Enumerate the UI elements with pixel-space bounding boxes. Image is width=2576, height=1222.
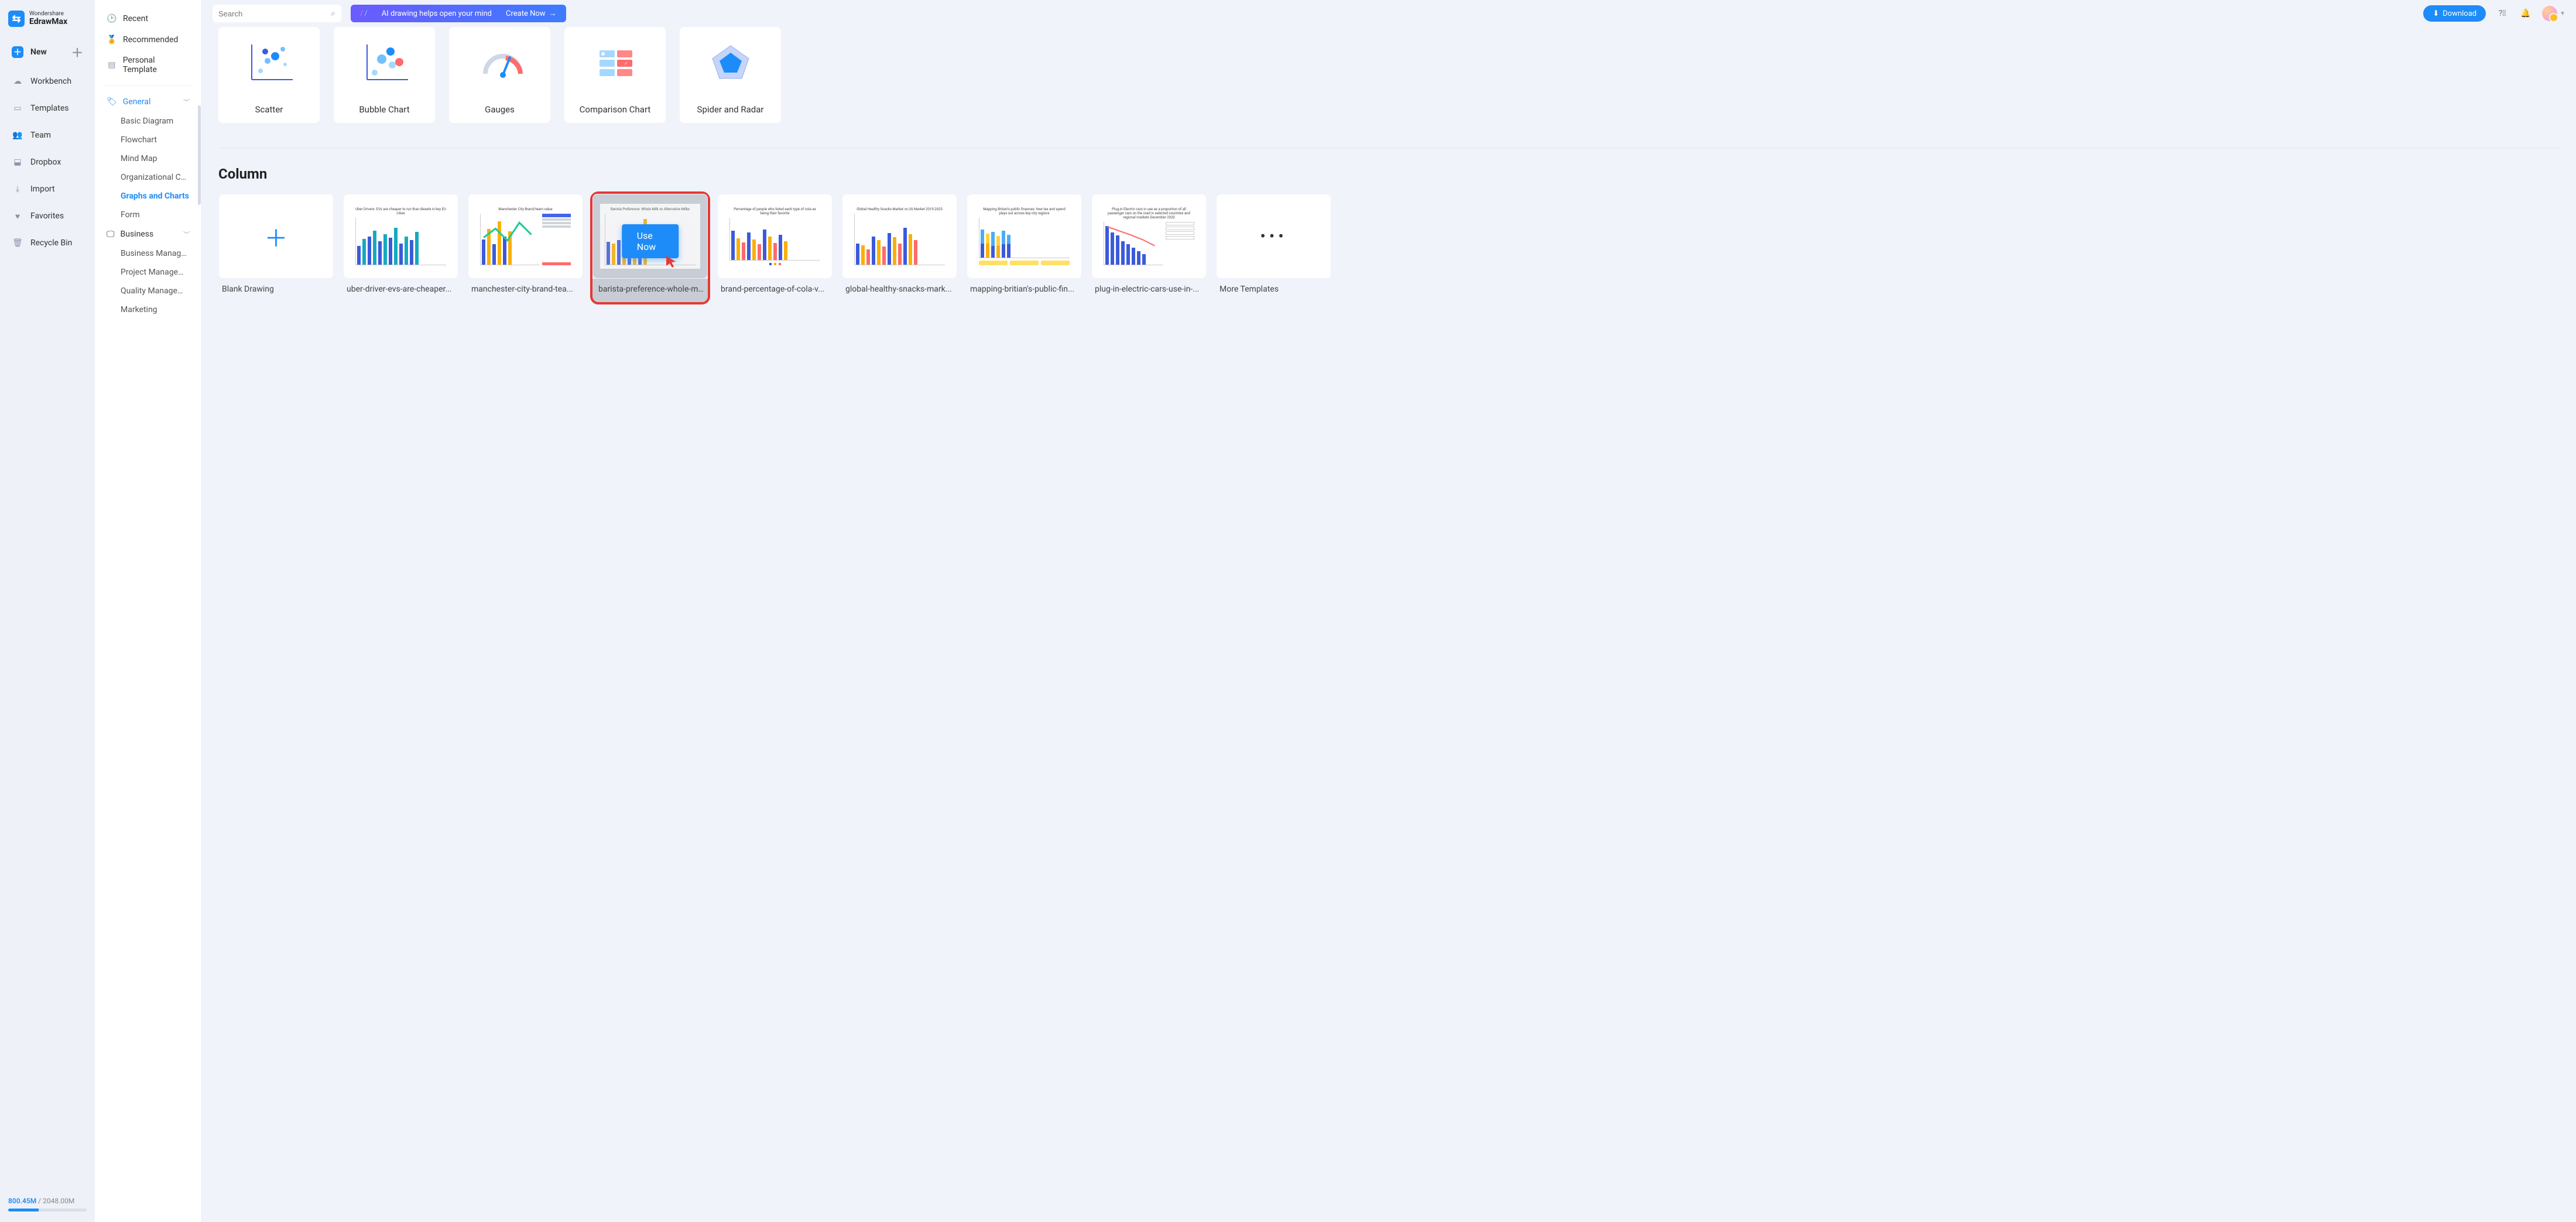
type-bubble[interactable]: Bubble Chart <box>334 27 435 123</box>
sub-mind-map[interactable]: Mind Map <box>100 149 197 168</box>
template-blank[interactable]: ＋ Blank Drawing <box>218 194 334 302</box>
nav-import[interactable]: ⤓Import <box>4 177 91 201</box>
section-title: Column <box>218 166 2560 182</box>
type-radar[interactable]: Spider and Radar <box>680 27 781 123</box>
search-box[interactable]: ⌕ <box>213 5 341 22</box>
cloud-icon: ☁ <box>12 76 23 87</box>
plus-icon: ＋ <box>12 46 23 58</box>
chart-type-row: Scatter Bubble Chart Gauges ✓ <box>218 27 2560 123</box>
ai-banner-text: AI drawing helps open your mind <box>382 9 492 18</box>
clock-icon: 🕑 <box>107 13 117 24</box>
caret-down-icon: ▼ <box>2560 11 2565 17</box>
nav-favorites[interactable]: ♥Favorites <box>4 204 91 228</box>
cursor-icon <box>664 255 678 269</box>
sub-marketing[interactable]: Marketing <box>100 300 197 319</box>
storage-total: 2048.00M <box>43 1197 74 1205</box>
plus-icon: ＋ <box>265 220 288 254</box>
badge-icon: 🏅 <box>107 35 117 45</box>
scatter-icon <box>218 27 320 97</box>
brand-bottom: EdrawMax <box>29 18 67 26</box>
logo-icon: ⇆ <box>8 11 25 27</box>
topbar: ⌕ // AI drawing helps open your mind Cre… <box>202 0 2576 27</box>
bubble-icon <box>334 27 435 97</box>
search-icon[interactable]: ⌕ <box>331 9 335 18</box>
use-now-button[interactable]: Use Now <box>622 224 679 258</box>
sub-quality-management[interactable]: Quality Management <box>100 282 197 300</box>
type-comparison[interactable]: ✓ Comparison Chart <box>564 27 666 123</box>
nav-recyclebin[interactable]: 🗑Recycle Bin <box>4 231 91 255</box>
download-button[interactable]: ⬇Download <box>2423 5 2486 22</box>
template-britain-finances[interactable]: Mapping Britain's public finances: how t… <box>967 194 1082 302</box>
ai-create-now[interactable]: Create Now→ <box>506 9 557 18</box>
template-cola-brand[interactable]: Percentage of people who listed each typ… <box>717 194 833 302</box>
nav-workbench[interactable]: ☁Workbench <box>4 70 91 93</box>
more-icon: ••• <box>1260 227 1287 246</box>
sec-recommended[interactable]: 🏅Recommended <box>100 29 197 50</box>
trash-icon: 🗑 <box>12 237 23 249</box>
nav-templates[interactable]: ▭Templates <box>4 97 91 120</box>
storage-used: 800.45M <box>8 1197 36 1205</box>
category-business[interactable]: 🖵Business ﹀ <box>100 224 197 244</box>
presentation-icon: 🖵 <box>107 230 115 239</box>
tag-icon: 🏷 <box>107 97 117 107</box>
sub-basic-diagram[interactable]: Basic Diagram <box>100 112 197 131</box>
sub-flowchart[interactable]: Flowchart <box>100 131 197 149</box>
new-label: New <box>30 47 47 57</box>
storage-bar <box>8 1209 87 1211</box>
template-snacks[interactable]: Global Healthy Snacks Market vs US Marke… <box>842 194 957 302</box>
download-icon: ⬇ <box>2433 9 2439 18</box>
app-logo[interactable]: ⇆ Wondershare EdrawMax <box>0 6 95 37</box>
bell-icon[interactable]: 🔔 <box>2519 6 2533 20</box>
sub-org-chart[interactable]: Organizational Chart <box>100 168 197 187</box>
new-button[interactable]: ＋ New ＋ <box>4 37 91 66</box>
sub-project-management[interactable]: Project Management <box>100 263 197 282</box>
help-icon[interactable]: ?⃝ <box>2495 6 2509 20</box>
team-icon: 👥 <box>12 129 23 141</box>
template-plugin-ev[interactable]: Plug-in Electric cars in use as a propor… <box>1091 194 1207 302</box>
sub-business-management[interactable]: Business Management <box>100 244 197 263</box>
sidebar-primary: ⇆ Wondershare EdrawMax ＋ New ＋ ☁Workbenc… <box>0 0 95 1222</box>
sidebar-secondary: 🕑Recent 🏅Recommended ▤Personal Template … <box>95 0 202 1222</box>
nav-team[interactable]: 👥Team <box>4 124 91 147</box>
heart-icon: ♥ <box>12 210 23 222</box>
add-icon[interactable]: ＋ <box>71 43 83 60</box>
user-menu[interactable]: ▼ <box>2542 6 2565 21</box>
chevron-down-icon: ﹀ <box>183 230 190 239</box>
search-input[interactable] <box>218 9 318 18</box>
radar-icon <box>680 27 781 97</box>
ai-banner[interactable]: // AI drawing helps open your mind Creat… <box>351 5 566 22</box>
template-barista-highlighted[interactable]: Barista Preference: Whole Milk vs Altern… <box>592 194 708 302</box>
avatar <box>2542 6 2557 21</box>
gauge-icon <box>449 27 550 97</box>
sub-form[interactable]: Form <box>100 206 197 224</box>
template-uber-evs[interactable]: Uber Drivers: EVs are cheaper to run tha… <box>343 194 458 302</box>
ai-slash-icon: // <box>360 9 368 18</box>
dropbox-icon: ⬓ <box>12 156 23 168</box>
template-more[interactable]: ••• More Templates <box>1216 194 1331 302</box>
template-manchester[interactable]: Manchester City Brand/team value manches… <box>468 194 583 302</box>
sub-graphs-charts[interactable]: Graphs and Charts <box>100 187 197 206</box>
sec-personal-template[interactable]: ▤Personal Template <box>100 50 197 80</box>
doc-icon: ▤ <box>107 60 117 70</box>
category-general[interactable]: 🏷General ﹀ <box>100 92 197 112</box>
scrollbar[interactable] <box>198 105 201 205</box>
type-scatter[interactable]: Scatter <box>218 27 320 123</box>
chevron-down-icon: ﹀ <box>183 97 190 107</box>
nav-dropbox[interactable]: ⬓Dropbox <box>4 150 91 174</box>
arrow-right-icon: → <box>549 9 557 18</box>
svg-text:✓: ✓ <box>624 61 628 66</box>
template-grid: ＋ Blank Drawing Uber Drivers: EVs are ch… <box>218 194 2560 302</box>
type-gauges[interactable]: Gauges <box>449 27 550 123</box>
templates-icon: ▭ <box>12 102 23 114</box>
sec-recent[interactable]: 🕑Recent <box>100 8 197 29</box>
import-icon: ⤓ <box>12 183 23 195</box>
comparison-icon: ✓ <box>564 27 666 97</box>
storage-indicator: 800.45M / 2048.00M <box>0 1190 95 1222</box>
